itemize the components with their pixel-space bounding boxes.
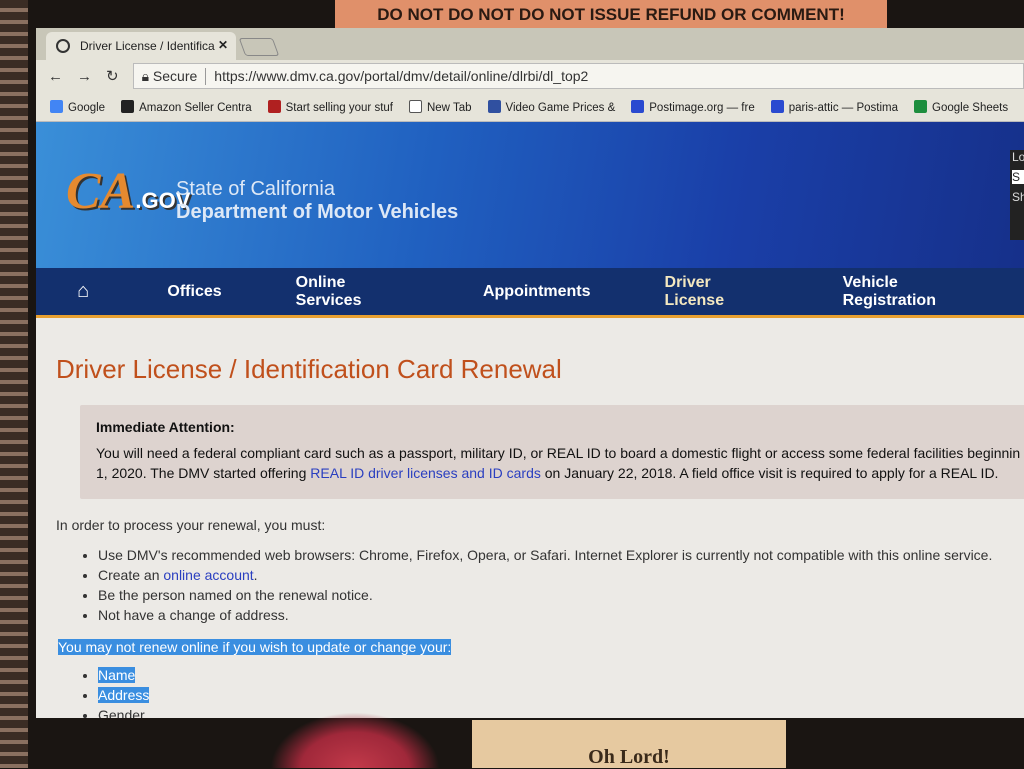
list-item: Create an online account. bbox=[98, 565, 1024, 585]
sheets-icon bbox=[914, 99, 928, 113]
home-icon[interactable]: ⌂ bbox=[36, 280, 130, 303]
bookmark-label: paris-attic — Postima bbox=[788, 101, 899, 114]
restriction-heading: You may not renew online if you wish to … bbox=[58, 639, 452, 655]
bookmark-label: Postimage.org — fre bbox=[649, 101, 755, 114]
list-item: Gender bbox=[98, 705, 1024, 718]
bookmark-item[interactable]: Google Sheets bbox=[914, 99, 1009, 114]
back-icon[interactable]: ← bbox=[48, 68, 63, 85]
ca-gov-logo[interactable]: CA.GOV bbox=[66, 162, 190, 221]
google-icon bbox=[50, 99, 63, 113]
main-content: Driver License / Identification Card Ren… bbox=[36, 318, 1024, 718]
address-bar[interactable]: 🔒︎ Secure https://www.dmv.ca.gov/portal/… bbox=[132, 63, 1024, 89]
forward-icon[interactable]: → bbox=[77, 68, 92, 85]
agency-line2: Department of Motor Vehicles bbox=[176, 201, 459, 223]
list-item: Use DMV's recommended web browsers: Chro… bbox=[98, 545, 1024, 565]
list-item: Not have a change of address. bbox=[98, 605, 1024, 625]
bookmark-label: New Tab bbox=[426, 101, 472, 114]
bookmark-label: Video Game Prices & bbox=[505, 101, 616, 114]
flower-decoration bbox=[270, 712, 440, 768]
url-text[interactable]: https://www.dmv.ca.gov/portal/dmv/detail… bbox=[214, 68, 588, 84]
postimage-icon bbox=[770, 99, 784, 113]
requirements-intro: In order to process your renewal, you mu… bbox=[56, 517, 326, 533]
site-header: CA.GOV State of California Department of… bbox=[36, 122, 1024, 268]
main-nav: ⌂ Offices Online Services Appointments D… bbox=[36, 268, 1024, 318]
secure-label: Secure bbox=[152, 67, 198, 84]
side-fragment[interactable]: Sh bbox=[1012, 190, 1024, 204]
alert-heading: Immediate Attention: bbox=[96, 419, 235, 435]
nav-appointments[interactable]: Appointments bbox=[446, 283, 628, 301]
side-fragment[interactable]: Lo bbox=[1012, 150, 1024, 164]
online-account-link[interactable]: online account bbox=[163, 567, 253, 583]
bookmark-item[interactable]: Video Game Prices & bbox=[487, 99, 616, 114]
browser-tab[interactable]: Driver License / Identifica ✕ bbox=[46, 32, 236, 60]
tab-bar: Driver License / Identifica ✕ bbox=[36, 28, 1024, 60]
bookmark-item[interactable]: Amazon Seller Centra bbox=[121, 99, 252, 114]
page-icon bbox=[408, 99, 422, 113]
sticky-note-bottom: Oh Lord! bbox=[472, 720, 786, 768]
attention-box: Immediate Attention: You will need a fed… bbox=[80, 405, 1024, 499]
nav-offices[interactable]: Offices bbox=[130, 283, 258, 301]
agency-line1: State of California bbox=[176, 178, 335, 200]
dmv-favicon-icon bbox=[56, 39, 70, 53]
bookmarks-bar: Google Amazon Seller Centra Start selling … bbox=[36, 92, 1024, 122]
requirements-list: Use DMV's recommended web browsers: Chro… bbox=[98, 545, 1024, 625]
close-tab-icon[interactable]: ✕ bbox=[218, 38, 228, 52]
postimage-icon bbox=[631, 99, 645, 113]
controller-icon bbox=[487, 99, 501, 113]
list-item: Address bbox=[98, 685, 1024, 705]
nav-vehicle-registration[interactable]: Vehicle Registration bbox=[806, 274, 1024, 310]
agency-name: State of California Department of Motor … bbox=[176, 178, 458, 224]
real-id-link[interactable]: REAL ID driver licenses and ID cards bbox=[310, 465, 541, 481]
bookmark-item[interactable]: Postimage.org — fre bbox=[631, 99, 755, 114]
nav-driver-license[interactable]: Driver License bbox=[628, 274, 806, 310]
tab-title: Driver License / Identifica bbox=[80, 39, 215, 53]
toolbar: ← → ↻ 🔒︎ Secure https://www.dmv.ca.gov/p… bbox=[36, 60, 1024, 92]
bookmark-label: Google bbox=[68, 101, 106, 114]
side-fragment[interactable]: S bbox=[1012, 170, 1024, 184]
reload-icon[interactable]: ↻ bbox=[106, 67, 119, 85]
new-tab-button[interactable] bbox=[238, 38, 280, 56]
list-item: Name bbox=[98, 665, 1024, 685]
shopping-bag-icon bbox=[267, 99, 281, 113]
notebook-spiral bbox=[0, 0, 28, 768]
side-panel: Lo S Sh bbox=[1010, 150, 1024, 240]
bookmark-label: Amazon Seller Centra bbox=[139, 101, 252, 114]
bookmark-item[interactable]: Start selling your stuf bbox=[267, 99, 393, 114]
bookmark-item[interactable]: Google bbox=[50, 99, 106, 114]
nav-online-services[interactable]: Online Services bbox=[259, 274, 446, 310]
changes-list: Name Address Gender bbox=[98, 665, 1024, 718]
bookmark-item[interactable]: paris-attic — Postima bbox=[770, 99, 899, 114]
list-item: Be the person named on the renewal notic… bbox=[98, 585, 1024, 605]
amazon-icon bbox=[121, 99, 135, 113]
lock-icon: 🔒︎ bbox=[141, 67, 153, 84]
page-title: Driver License / Identification Card Ren… bbox=[56, 354, 562, 384]
bookmark-label: Start selling your stuf bbox=[285, 101, 393, 114]
alert-text: You will need a federal compliant card s… bbox=[96, 445, 1021, 481]
bookmark-label: Google Sheets bbox=[932, 101, 1009, 114]
browser-window: Driver License / Identifica ✕ ← → ↻ 🔒︎ S… bbox=[36, 28, 1024, 718]
bookmark-item[interactable]: New Tab bbox=[408, 99, 472, 114]
